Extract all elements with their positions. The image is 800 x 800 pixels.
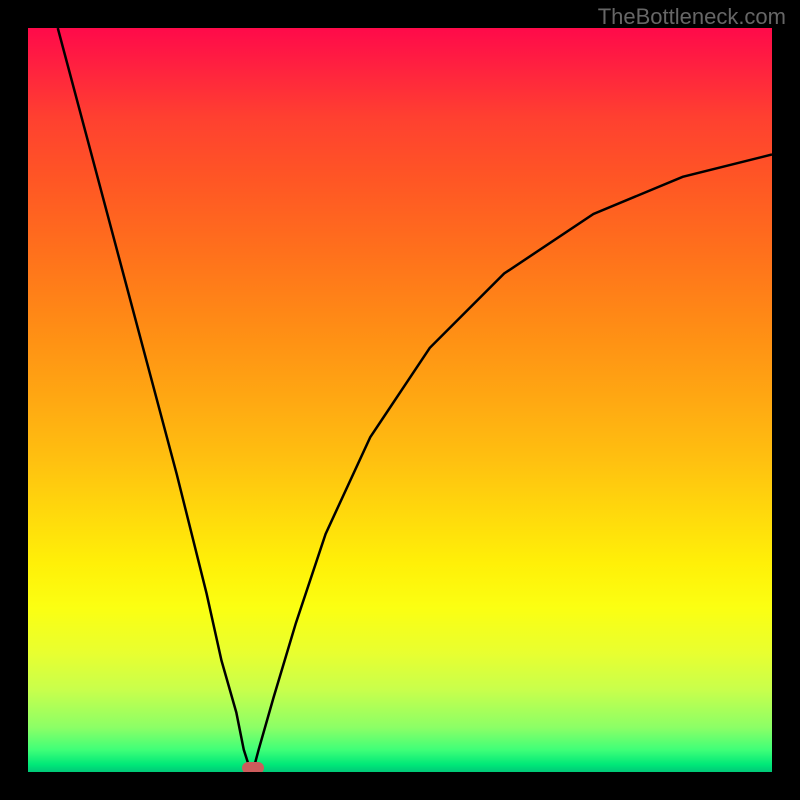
- chart-curve-svg: [28, 28, 772, 772]
- bottleneck-curve: [58, 28, 772, 772]
- watermark-text: TheBottleneck.com: [598, 4, 786, 30]
- chart-marker-point: [242, 762, 264, 772]
- chart-plot-area: [28, 28, 772, 772]
